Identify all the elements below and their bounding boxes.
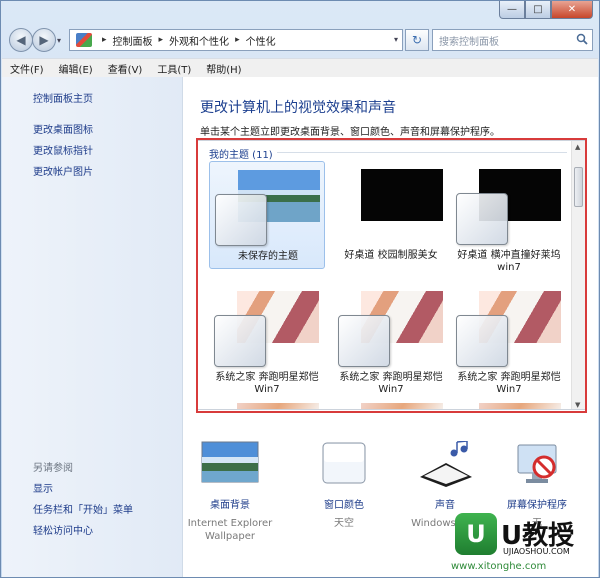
personalization-window: — □ ✕ ◀ ▶ ▾ ▸ 控制面板 ▸ 外观和个性化 ▸ 个性化 ▾ ↻ 搜索… xyxy=(0,0,600,578)
scrollbar-thumb[interactable] xyxy=(574,167,583,207)
theme-wallpaper-thumbnail xyxy=(361,169,443,221)
address-dropdown-icon[interactable]: ▾ xyxy=(394,35,398,44)
see-also-heading: 另请参阅 xyxy=(33,463,73,474)
theme-item[interactable]: 系统之家 奔跑明星郑恺Win7 xyxy=(451,283,567,395)
window-controls: — □ ✕ xyxy=(499,1,593,19)
theme-name: 系统之家 奔跑明星郑恺Win7 xyxy=(215,372,319,395)
theme-gallery[interactable]: 我的主题 (11) 未保存的主题 好桌道 校园制服美女 好桌道 横冲直撞好莱坞w… xyxy=(196,140,586,410)
change-desktop-icons-link[interactable]: 更改桌面图标 xyxy=(33,121,93,136)
desktop-background-link[interactable]: 桌面背景 xyxy=(175,496,285,511)
watermark-domain: UJIAOSHOU.COM xyxy=(503,547,570,556)
watermark-url: www.xitonghe.com xyxy=(451,561,547,572)
menu-view[interactable]: 查看(V) xyxy=(108,61,143,76)
theme-item[interactable]: 系统之家 奔跑明星郑恺Win7 xyxy=(209,283,325,395)
next-row-thumbnail xyxy=(479,403,561,409)
window-color-swatch xyxy=(215,194,267,246)
window-color-swatch xyxy=(456,193,508,245)
window-color-swatch xyxy=(338,315,390,367)
theme-name: 好桌道 校园制服美女 xyxy=(344,250,438,261)
minimize-button[interactable]: — xyxy=(499,1,525,19)
menu-tools[interactable]: 工具(T) xyxy=(157,61,191,76)
taskbar-start-menu-link[interactable]: 任务栏和「开始」菜单 xyxy=(33,501,133,516)
menu-edit[interactable]: 编辑(E) xyxy=(59,61,93,76)
window-color-icon xyxy=(322,442,366,484)
recent-pages-dropdown[interactable]: ▾ xyxy=(57,36,61,45)
page-description: 单击某个主题立即更改桌面背景、窗口颜色、声音和屏幕保护程序。 xyxy=(200,127,500,138)
desktop-background-setting[interactable]: 桌面背景 Internet Explorer Wallpaper xyxy=(175,441,285,543)
theme-item[interactable]: 系统之家 奔跑明星郑恺Win7 xyxy=(333,283,449,395)
menu-help[interactable]: 帮助(H) xyxy=(206,61,241,76)
window-color-swatch xyxy=(214,315,266,367)
close-button[interactable]: ✕ xyxy=(551,1,593,19)
vertical-scrollbar[interactable]: ▲ ▼ xyxy=(571,141,585,409)
theme-item[interactable]: 好桌道 横冲直撞好莱坞win7 xyxy=(451,161,567,273)
maximize-button[interactable]: □ xyxy=(525,1,551,19)
search-icon[interactable] xyxy=(576,33,588,45)
search-placeholder: 搜索控制面板 xyxy=(439,36,499,48)
address-row: ◀ ▶ ▾ ▸ 控制面板 ▸ 外观和个性化 ▸ 个性化 ▾ ↻ 搜索控制面板 xyxy=(7,28,595,54)
refresh-button[interactable]: ↻ xyxy=(405,29,429,51)
next-row-thumbnail xyxy=(237,403,319,409)
watermark-logo: U xyxy=(455,513,497,555)
desktop-background-icon xyxy=(201,441,259,483)
breadcrumb-separator[interactable]: ▸ xyxy=(235,35,240,45)
search-input[interactable]: 搜索控制面板 xyxy=(432,29,593,51)
desktop-background-value: Internet Explorer Wallpaper xyxy=(187,518,273,542)
breadcrumb-appearance[interactable]: 外观和个性化 xyxy=(169,33,229,48)
window-color-swatch xyxy=(456,315,508,367)
theme-name: 系统之家 奔跑明星郑恺Win7 xyxy=(457,372,561,395)
scroll-up-arrow-icon[interactable]: ▲ xyxy=(575,143,580,151)
theme-name: 未保存的主题 xyxy=(238,251,298,262)
sidebar: 控制面板主页 更改桌面图标 更改鼠标指针 更改帐户图片 另请参阅 显示 任务栏和… xyxy=(2,77,183,577)
my-themes-group-label[interactable]: 我的主题 (11) xyxy=(209,146,273,161)
display-link[interactable]: 显示 xyxy=(33,480,53,495)
theme-name: 系统之家 奔跑明星郑恺Win7 xyxy=(339,372,443,395)
breadcrumb-separator[interactable]: ▸ xyxy=(159,35,164,45)
address-bar[interactable]: ▸ 控制面板 ▸ 外观和个性化 ▸ 个性化 ▾ xyxy=(69,29,403,51)
sounds-icon xyxy=(420,440,472,487)
window-color-setting[interactable]: 窗口颜色 天空 xyxy=(289,441,399,530)
forward-button[interactable]: ▶ xyxy=(32,28,56,52)
change-account-picture-link[interactable]: 更改帐户图片 xyxy=(33,163,93,178)
ease-of-access-link[interactable]: 轻松访问中心 xyxy=(33,522,93,537)
theme-name: 好桌道 横冲直撞好莱坞win7 xyxy=(457,250,561,273)
page-title: 更改计算机上的视觉效果和声音 xyxy=(200,100,396,116)
screen-saver-icon xyxy=(517,444,557,483)
scroll-down-arrow-icon[interactable]: ▼ xyxy=(575,401,580,409)
breadcrumb-separator[interactable]: ▸ xyxy=(102,35,107,45)
back-button[interactable]: ◀ xyxy=(9,28,33,52)
site-watermark: U U教授 UJIAOSHOU.COM www.xitonghe.com xyxy=(411,497,595,575)
next-row-thumbnail xyxy=(361,403,443,409)
change-mouse-pointers-link[interactable]: 更改鼠标指针 xyxy=(33,142,93,157)
breadcrumb-personalization[interactable]: 个性化 xyxy=(246,33,276,48)
window-color-value: 天空 xyxy=(334,518,354,529)
theme-item[interactable]: 好桌道 校园制服美女 xyxy=(333,161,449,269)
control-panel-icon xyxy=(76,33,92,47)
breadcrumb-control-panel[interactable]: 控制面板 xyxy=(113,33,153,48)
control-panel-home-link[interactable]: 控制面板主页 xyxy=(33,90,93,105)
theme-item[interactable]: 未保存的主题 xyxy=(209,161,325,269)
group-divider xyxy=(277,152,567,153)
menu-file[interactable]: 文件(F) xyxy=(10,61,44,76)
window-color-link[interactable]: 窗口颜色 xyxy=(289,496,399,511)
menu-bar: 文件(F) 编辑(E) 查看(V) 工具(T) 帮助(H) xyxy=(2,58,598,77)
